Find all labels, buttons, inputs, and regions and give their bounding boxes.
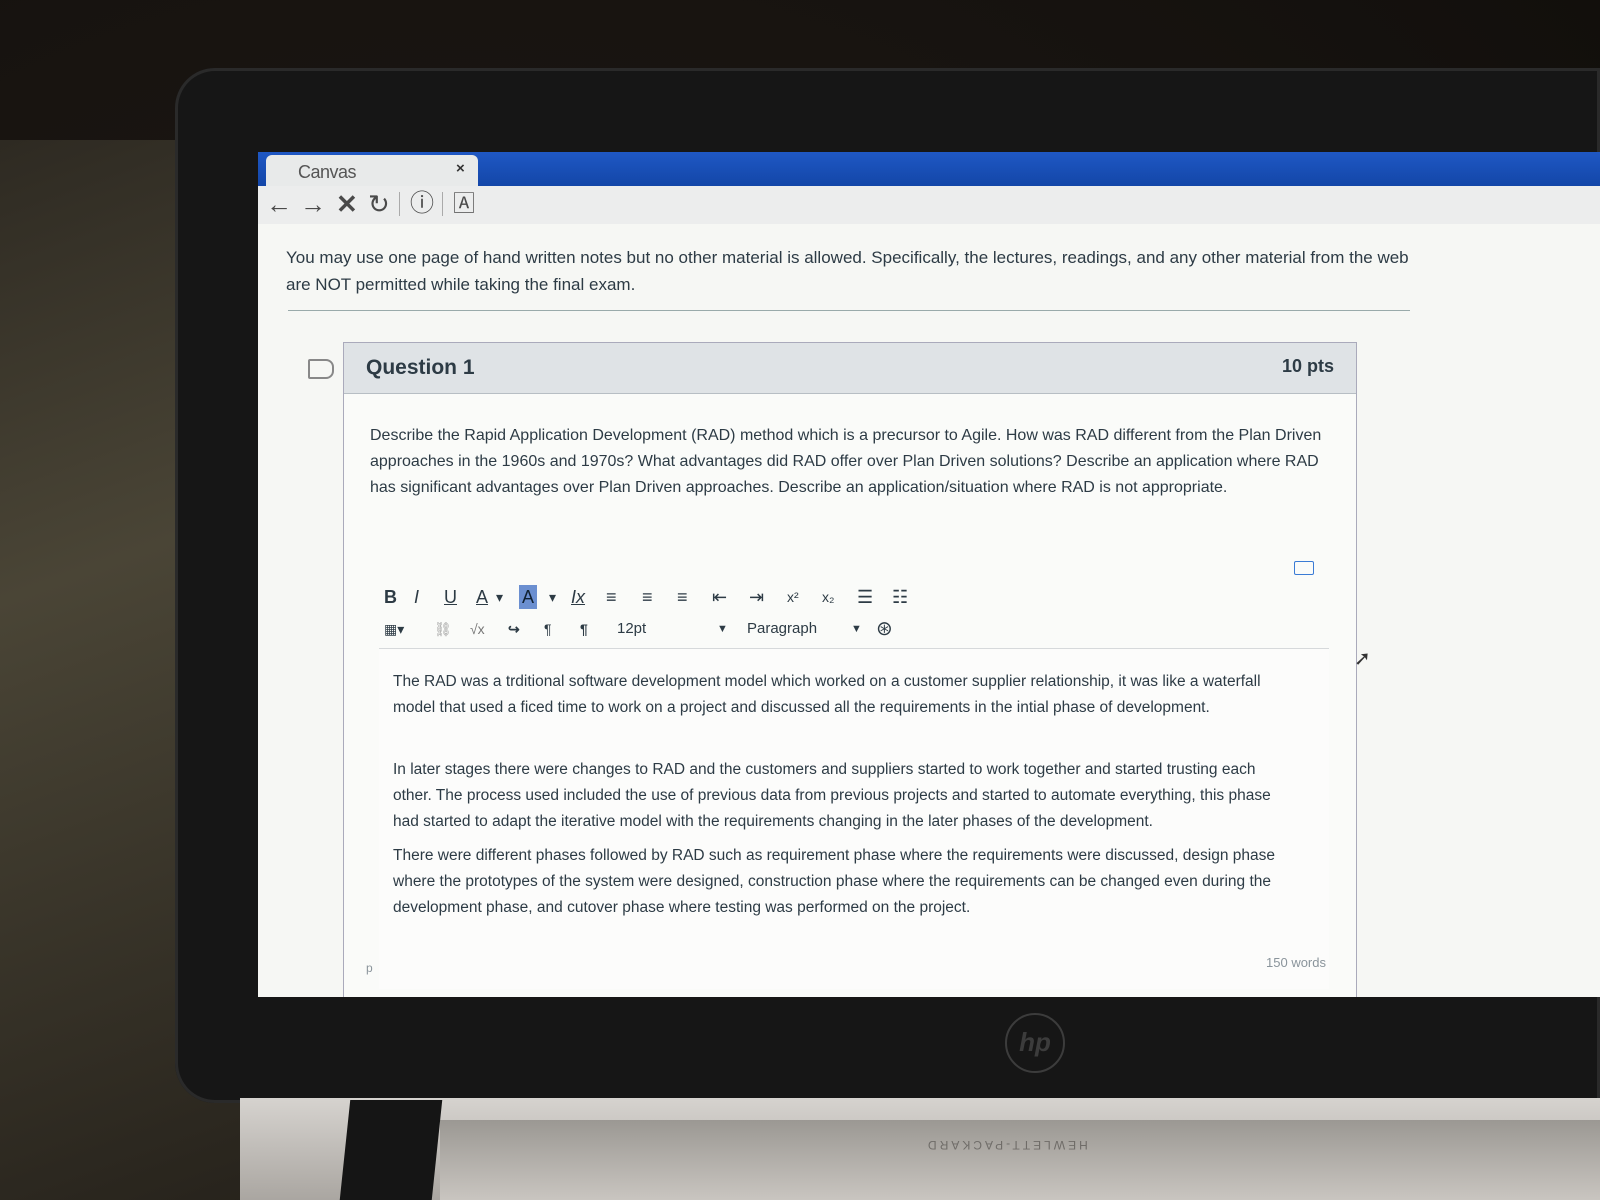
chevron-down-icon[interactable]: ▼ <box>851 617 862 641</box>
nav-divider <box>442 192 443 216</box>
answer-paragraph: The RAD was a trditional software develo… <box>393 673 1261 716</box>
laptop-screen: Canvas × ← → ✕ ↻ ⓘ 🄰 You may use one pag… <box>258 152 1600 997</box>
nav-divider <box>399 192 400 216</box>
align-left-button[interactable]: ≡ <box>606 585 617 609</box>
outdent-button[interactable]: ⇤ <box>712 585 727 609</box>
clear-formatting-button[interactable]: Ix <box>571 585 585 609</box>
keyboard-shortcuts-icon[interactable] <box>1294 561 1314 575</box>
browser-nav-bar: ← → ✕ ↻ ⓘ 🄰 <box>258 186 1600 225</box>
align-right-button[interactable]: ≡ <box>677 585 688 609</box>
align-center-button[interactable]: ≡ <box>642 585 653 609</box>
superscript-button[interactable]: x² <box>787 585 799 609</box>
reader-icon[interactable]: 🄰 <box>453 189 475 219</box>
answer-editor[interactable]: The RAD was a trditional software develo… <box>379 648 1329 989</box>
question-card: Question 1 10 pts Describe the Rapid App… <box>343 342 1357 997</box>
forward-arrow-icon[interactable]: → <box>300 189 326 219</box>
rtl-paragraph-icon[interactable]: ¶ <box>580 617 588 641</box>
close-icon[interactable]: × <box>456 160 465 177</box>
laptop-hinge-strip <box>440 1120 1600 1200</box>
exam-notice: You may use one page of hand written not… <box>286 248 1409 294</box>
mouse-cursor-icon: ➚ <box>1354 648 1371 670</box>
answer-paragraph: There were different phases followed by … <box>393 847 1275 916</box>
italic-button[interactable]: I <box>414 585 419 609</box>
reload-icon[interactable]: ↻ <box>368 189 390 219</box>
numbered-list-button[interactable]: ☷ <box>892 585 908 609</box>
accessibility-checker-icon[interactable]: ⊛ <box>876 617 893 641</box>
embed-icon[interactable]: ↪ <box>508 617 520 641</box>
bullet-list-button[interactable]: ☰ <box>857 585 873 609</box>
hp-logo: hp <box>1005 1013 1065 1073</box>
chevron-down-icon[interactable]: ▾ <box>549 585 556 609</box>
chevron-down-icon[interactable]: ▾ <box>496 585 503 609</box>
browser-tab-bar: Canvas × <box>258 152 1600 186</box>
laptop-brand-text: HEWLETT-PACKARD <box>925 1138 1088 1152</box>
indent-button[interactable]: ⇥ <box>749 585 764 609</box>
underline-button[interactable]: U <box>444 585 457 609</box>
subscript-button[interactable]: x₂ <box>822 585 834 609</box>
ltr-paragraph-icon[interactable]: ¶ <box>544 617 552 641</box>
question-title: Question 1 <box>366 356 475 379</box>
question-points: 10 pts <box>1281 356 1334 376</box>
browser-tab-title: Canvas <box>298 162 357 182</box>
background-color-button[interactable]: A <box>519 585 538 609</box>
table-icon[interactable]: ▦▾ <box>384 617 404 641</box>
cable <box>339 1100 443 1200</box>
divider <box>288 310 1410 311</box>
word-count: 150 words <box>1266 955 1326 970</box>
stop-icon[interactable]: ✕ <box>336 189 358 219</box>
question-header: Question 1 10 pts <box>344 343 1356 394</box>
bold-button[interactable]: B <box>384 585 397 609</box>
browser-tab[interactable]: Canvas × <box>266 155 478 186</box>
math-equation-icon[interactable]: √x <box>470 617 485 641</box>
font-color-button[interactable]: A <box>476 585 488 609</box>
answer-paragraph: In later stages there were changes to RA… <box>393 761 1271 830</box>
flag-question-icon[interactable] <box>308 359 334 379</box>
editor-path: p <box>366 961 373 975</box>
question-prompt: Describe the Rapid Application Developme… <box>370 427 1322 496</box>
quiz-page: You may use one page of hand written not… <box>258 224 1600 997</box>
block-format-select[interactable]: Paragraph <box>747 617 817 641</box>
font-size-select[interactable]: 12pt <box>617 617 646 641</box>
chevron-down-icon[interactable]: ▼ <box>717 617 728 641</box>
back-arrow-icon[interactable]: ← <box>266 189 292 219</box>
info-icon[interactable]: ⓘ <box>410 189 434 219</box>
unlink-icon[interactable]: ⛓ <box>434 617 452 641</box>
